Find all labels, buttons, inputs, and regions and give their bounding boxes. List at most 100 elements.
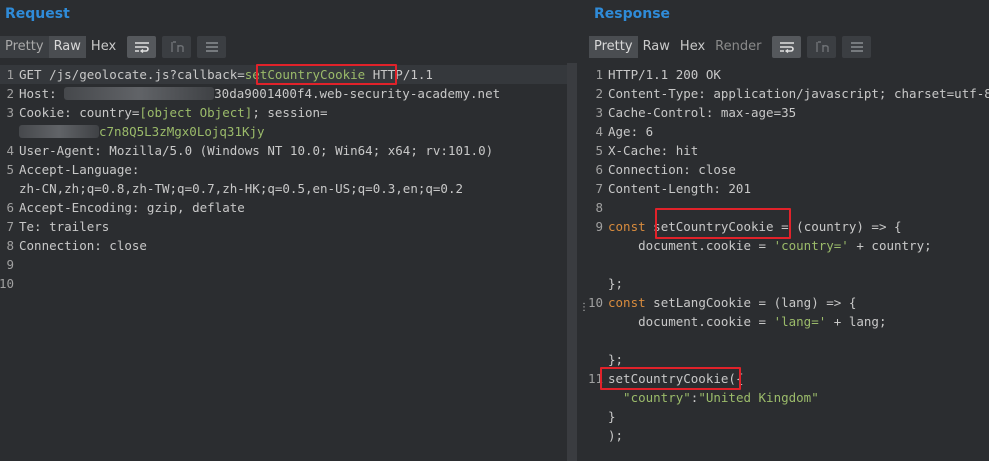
response-line: "country":"United Kingdom" <box>608 388 819 407</box>
response-tab-render[interactable]: Render <box>710 36 766 58</box>
line-number: 3 <box>6 105 14 120</box>
line-number: 8 <box>6 238 14 253</box>
json-key: "country" <box>608 390 691 405</box>
line-number: 4 <box>6 143 14 158</box>
request-line: Host: 30da9001400f4.web-security-academy… <box>19 84 500 103</box>
response-line: const setLangCookie = (lang) => { <box>608 293 856 312</box>
response-line: X-Cache: hit <box>608 143 699 158</box>
response-pane: Response Pretty Raw Hex Render 1 2 3 4 5… <box>586 0 989 461</box>
request-line-text: Host: <box>19 86 65 101</box>
line-number: 9 <box>6 257 14 272</box>
response-line: ); <box>608 428 624 443</box>
request-toolbar: Pretty Raw Hex <box>0 36 227 58</box>
cookie-value: [object Object] <box>139 105 253 120</box>
response-tab-raw[interactable]: Raw <box>638 36 675 58</box>
menu-icon <box>205 41 219 53</box>
line-number: 6 <box>595 162 603 177</box>
request-wrap-button[interactable] <box>127 36 157 58</box>
line-number: 6 <box>6 200 14 215</box>
request-scrollbar[interactable] <box>567 63 577 461</box>
request-tab-pretty[interactable]: Pretty <box>0 36 49 58</box>
request-tab-hex[interactable]: Hex <box>86 36 121 58</box>
response-line: Age: 6 <box>608 124 654 139</box>
keyword-const: const <box>608 295 646 310</box>
response-wrap-button[interactable] <box>772 36 802 58</box>
request-editor[interactable]: 1 2 3 4 5 6 7 8 9 10 GET /js/geolocate.j… <box>0 63 577 461</box>
highlight-box <box>256 64 397 85</box>
response-line: }; <box>608 276 624 291</box>
line-number: 2 <box>6 86 14 101</box>
request-line: Cookie: country=[object Object]; session… <box>19 103 328 122</box>
line-number: 10 <box>587 295 603 310</box>
response-gutter: 1 2 3 4 5 6 7 8 9 10 11 <box>586 63 604 461</box>
drag-handle-icon[interactable]: ⋮ <box>579 303 589 318</box>
request-line-text: ; session= <box>252 105 328 120</box>
request-line: Accept-Encoding: gzip, deflate <box>19 200 245 215</box>
request-line-wrapped: c7n8Q5L3zMgx0Lojq31Kjy <box>19 122 265 141</box>
highlight-box <box>655 208 791 239</box>
request-line: Te: trailers <box>19 219 110 234</box>
response-tab-hex[interactable]: Hex <box>675 36 710 58</box>
request-line: Connection: close <box>19 238 147 253</box>
highlight-box <box>600 367 741 390</box>
line-number: 7 <box>6 219 14 234</box>
request-line-text: Cookie: country= <box>19 105 140 120</box>
line-number: 10 <box>0 276 14 291</box>
line-number: 7 <box>595 181 603 196</box>
code-text: + lang; <box>826 314 887 329</box>
json-value: "United Kingdom" <box>698 390 819 405</box>
response-menu-button[interactable] <box>842 36 872 58</box>
response-line: } <box>608 409 616 424</box>
line-number: 1 <box>595 67 603 82</box>
newline-icon <box>170 41 184 53</box>
session-value: c7n8Q5L3zMgx0Lojq31Kjy <box>99 124 265 139</box>
request-line-wrapped: zh-CN,zh;q=0.8,zh-TW;q=0.7,zh-HK;q=0.5,e… <box>19 181 464 196</box>
response-title: Response <box>594 6 671 22</box>
request-line: User-Agent: Mozilla/5.0 (Windows NT 10.0… <box>19 143 494 158</box>
line-number: 2 <box>595 86 603 101</box>
request-pane: Request Pretty Raw Hex 1 2 3 4 5 6 7 8 9… <box>0 0 577 461</box>
line-number: 1 <box>6 67 14 82</box>
wrap-lines-icon <box>134 41 150 53</box>
response-line: Content-Type: application/javascript; ch… <box>608 86 989 101</box>
request-tab-raw[interactable]: Raw <box>48 36 86 58</box>
redacted-session <box>19 125 99 138</box>
pane-divider[interactable]: ⋮ <box>577 0 589 461</box>
request-code: GET /js/geolocate.js?callback=setCountry… <box>19 63 577 461</box>
request-menu-button[interactable] <box>197 36 227 58</box>
response-line: Connection: close <box>608 162 736 177</box>
response-line: Cache-Control: max-age=35 <box>608 105 797 120</box>
string-literal: 'lang=' <box>773 314 827 329</box>
request-title: Request <box>5 6 70 22</box>
request-line-text: 30da9001400f4.web-security-academy.net <box>214 86 501 101</box>
response-line: Content-Length: 201 <box>608 181 751 196</box>
code-text: = (country) => { <box>773 219 902 234</box>
string-literal: 'country=' <box>773 238 849 253</box>
response-tab-pretty[interactable]: Pretty <box>589 36 638 58</box>
line-number: 4 <box>595 124 603 139</box>
code-text: document.cookie = <box>608 314 774 329</box>
line-number: 8 <box>595 200 603 215</box>
newline-icon <box>815 41 829 53</box>
code-text: setLangCookie = (lang) => { <box>645 295 857 310</box>
redacted-host <box>64 87 215 100</box>
response-code: HTTP/1.1 200 OK Content-Type: applicatio… <box>608 63 989 461</box>
keyword-const: const <box>608 219 646 234</box>
line-number: 9 <box>595 219 603 234</box>
code-text: document.cookie = <box>608 238 774 253</box>
response-newline-button[interactable] <box>807 36 837 58</box>
response-toolbar: Pretty Raw Hex Render <box>589 36 872 58</box>
line-number: 5 <box>6 162 14 177</box>
response-line: HTTP/1.1 200 OK <box>608 67 721 82</box>
request-line-text: GET /js/geolocate.js?callback= <box>19 67 245 82</box>
code-text: + country; <box>848 238 932 253</box>
wrap-lines-icon <box>779 41 795 53</box>
line-number: 3 <box>595 105 603 120</box>
response-line: document.cookie = 'lang=' + lang; <box>608 312 886 331</box>
request-gutter: 1 2 3 4 5 6 7 8 9 10 <box>0 63 15 461</box>
request-newline-button[interactable] <box>162 36 192 58</box>
response-editor[interactable]: 1 2 3 4 5 6 7 8 9 10 11 HTTP/1.1 200 OK … <box>586 63 989 461</box>
request-line: Accept-Language: <box>19 162 140 177</box>
menu-icon <box>850 41 864 53</box>
line-number: 5 <box>595 143 603 158</box>
